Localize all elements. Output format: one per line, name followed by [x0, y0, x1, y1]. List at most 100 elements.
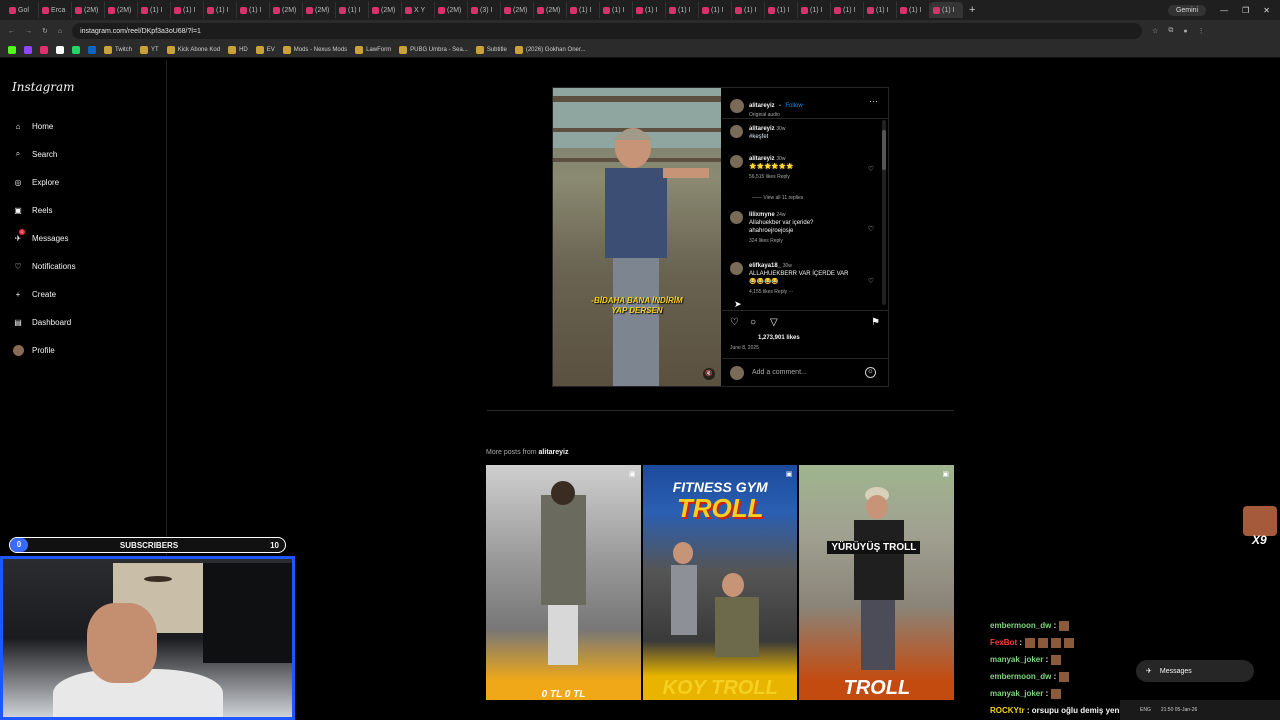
gemini-button[interactable]: Gemini — [1167, 4, 1207, 16]
bookmark-item[interactable]: Twitch — [104, 45, 132, 54]
caption-avatar[interactable] — [730, 125, 743, 138]
messages-button[interactable]: ✈ Messages — [1136, 660, 1254, 682]
share-icon[interactable]: ▽ — [770, 317, 778, 328]
reel-video[interactable]: -BİDAHA BANA İNDİRİM YAP DERSEN 🔇 — [553, 88, 721, 386]
save-bookmark-icon[interactable]: ⚑ — [871, 317, 880, 328]
nav-reels[interactable]: ▣ Reels — [12, 204, 52, 216]
add-comment-input[interactable]: Add a comment... — [752, 369, 807, 376]
browser-tab[interactable]: (1) I — [237, 2, 270, 18]
browser-tab[interactable]: Erca — [39, 2, 72, 18]
nav-explore[interactable]: ◎ Explore — [12, 176, 60, 188]
author-avatar[interactable] — [730, 99, 744, 113]
comment-username[interactable]: lilixmyne — [749, 212, 775, 218]
nav-messages[interactable]: ✈ 1 Messages — [12, 229, 68, 244]
bookmark-star-icon[interactable]: ☆ — [1152, 27, 1158, 35]
browser-tab[interactable]: Gol — [6, 2, 39, 18]
browser-tab[interactable]: (1) I — [336, 2, 369, 18]
more-posts-author[interactable]: alitareyiz — [539, 449, 569, 456]
author-username[interactable]: alitareyiz — [749, 103, 775, 109]
caption-username[interactable]: alitareyiz — [749, 126, 775, 132]
comment-like-icon[interactable]: ♡ — [868, 165, 874, 173]
browser-tab[interactable]: (2M) — [303, 2, 336, 18]
bookmark-item[interactable]: Kick Abone Kod — [166, 45, 220, 54]
kick-bookmark-icon[interactable] — [8, 45, 16, 54]
browser-tab[interactable]: (2M) — [501, 2, 534, 18]
bookmark-item[interactable]: YT — [140, 45, 159, 54]
restore-icon[interactable]: ❐ — [1242, 6, 1249, 15]
new-tab-button[interactable]: + — [969, 4, 975, 16]
emoji-icon[interactable]: ☺ — [865, 367, 876, 378]
browser-tab[interactable]: X Y — [402, 2, 435, 18]
view-replies-link[interactable]: —— View all 11 replies — [752, 195, 803, 201]
comment-more-icon[interactable]: ··· — [788, 289, 793, 295]
url-field[interactable]: instagram.com/reel/DKpf3a3oU68/?l=1 — [72, 23, 1143, 39]
reply-button[interactable]: Reply — [774, 289, 787, 295]
whatsapp-bookmark-icon[interactable] — [72, 45, 80, 54]
language-indicator[interactable]: ENG — [1140, 707, 1151, 713]
grid-post[interactable]: FITNESS GYM TROLL KOY TROLL ▣ — [642, 465, 798, 700]
bookmark-item[interactable]: HD — [228, 45, 248, 54]
minimize-icon[interactable]: — — [1220, 6, 1228, 15]
close-window-icon[interactable]: ✕ — [1263, 6, 1270, 15]
comment-likes[interactable]: 56,515 likes — [749, 174, 776, 180]
bookmark-item[interactable]: (2026) Gokhan Oner... — [514, 45, 586, 54]
browser-tab[interactable]: (1) I — [798, 2, 831, 18]
browser-tab[interactable]: (3) I — [468, 2, 501, 18]
browser-tab[interactable]: (1) I — [666, 2, 699, 18]
bookmark-item[interactable]: Mods - Nexus Mods — [282, 45, 347, 54]
browser-tab[interactable]: (1) I — [171, 2, 204, 18]
like-count[interactable]: 1,273,901 likes — [758, 335, 800, 341]
clock[interactable]: 21:50 05-Jan-26 — [1161, 707, 1197, 713]
follow-button[interactable]: Follow — [785, 103, 802, 109]
nav-profile[interactable]: Profile — [12, 344, 55, 356]
comment-avatar[interactable] — [730, 262, 743, 275]
caption-hashtag[interactable]: #keşfet — [749, 133, 854, 141]
like-icon[interactable]: ♡ — [730, 317, 739, 328]
instagram-bookmark-icon[interactable] — [40, 45, 48, 54]
instagram-logo[interactable]: Instagram — [12, 80, 75, 94]
home-icon[interactable]: ⌂ — [58, 28, 62, 35]
browser-tab[interactable]: (2M) — [72, 2, 105, 18]
extensions-icon[interactable]: ⧉ — [1168, 27, 1173, 35]
forward-icon[interactable]: → — [25, 28, 32, 35]
browser-tab[interactable]: (1) I — [204, 2, 237, 18]
comment-like-icon[interactable]: ♡ — [868, 225, 874, 233]
nav-dashboard[interactable]: ▤ Dashboard — [12, 316, 71, 328]
browser-tab[interactable]: (1) I — [831, 2, 864, 18]
nav-search[interactable]: ⌕ Search — [12, 148, 58, 160]
browser-tab[interactable]: (1) I — [633, 2, 666, 18]
back-icon[interactable]: ← — [8, 28, 15, 35]
grid-post[interactable]: YÜRÜYÜŞ TROLL TROLL ▣ — [799, 465, 955, 700]
comment-like-icon[interactable]: ♡ — [868, 277, 874, 285]
browser-tab[interactable]: (2M) — [105, 2, 138, 18]
browser-tab[interactable]: (2M) — [534, 2, 567, 18]
browser-tab[interactable]: (2M) — [435, 2, 468, 18]
more-options-icon[interactable]: ··· — [869, 96, 878, 106]
bookmark-item[interactable]: LawForm — [355, 45, 391, 54]
x-bookmark-icon[interactable] — [56, 45, 64, 54]
browser-tab[interactable]: (1) I — [930, 2, 963, 18]
linkedin-bookmark-icon[interactable] — [88, 45, 96, 54]
comments-scrollbar[interactable] — [882, 120, 886, 305]
browser-tab[interactable]: (2M) — [270, 2, 303, 18]
reply-button[interactable]: Reply — [770, 238, 783, 244]
nav-home[interactable]: ⌂ Home — [12, 120, 54, 132]
bookmark-item[interactable]: EV — [255, 45, 275, 54]
comment-username[interactable]: alitareyiz — [749, 156, 775, 162]
bookmark-item[interactable]: PUBG Umbra - Sea... — [399, 45, 468, 54]
browser-tab[interactable]: (1) I — [699, 2, 732, 18]
comment-username[interactable]: elifkaya18_ — [749, 263, 781, 269]
browser-tab[interactable]: (1) I — [600, 2, 633, 18]
browser-tab[interactable]: (1) I — [897, 2, 930, 18]
comment-avatar[interactable] — [730, 155, 743, 168]
reply-button[interactable]: Reply — [777, 174, 790, 180]
grid-post[interactable]: 0 TL 0 TL ▣ — [486, 465, 641, 700]
comment-likes[interactable]: 4,155 likes — [749, 289, 773, 295]
nav-notifications[interactable]: ♡ Notifications — [12, 260, 75, 272]
browser-tab[interactable]: (1) I — [765, 2, 798, 18]
comment-avatar[interactable] — [730, 211, 743, 224]
nav-create[interactable]: + Create — [12, 288, 56, 300]
browser-tab[interactable]: (1) I — [732, 2, 765, 18]
comment-likes[interactable]: 324 likes — [749, 238, 769, 244]
browser-tab[interactable]: (1) I — [138, 2, 171, 18]
